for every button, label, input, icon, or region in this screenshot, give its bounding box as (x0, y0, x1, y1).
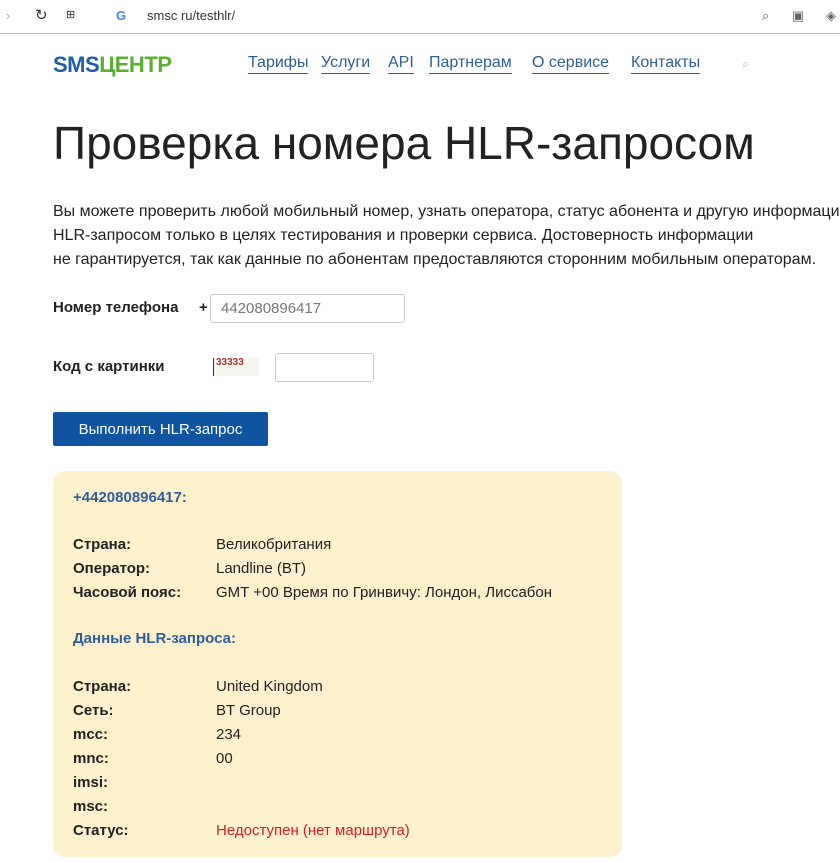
phone-input[interactable] (210, 294, 405, 323)
info-row: Оператор: Landline (BT) (73, 560, 613, 577)
plus-sign: + (199, 299, 208, 316)
row-key: imsi: (73, 774, 109, 791)
hlr-data-title: Данные HLR-запроса: (73, 630, 236, 647)
row-key: msc: (73, 798, 109, 815)
row-key: Оператор: (73, 560, 151, 577)
browser-toolbar: › ↻ ⊞ G smsc ru/testhlr/ ⌕ ▣ ◈ (0, 0, 840, 34)
nav-contacts[interactable]: Контакты (631, 54, 701, 74)
site-header: SMSЦЕНТР Тарифы Услуги API Партнерам О с… (0, 52, 840, 78)
logo[interactable]: SMSЦЕНТР (53, 52, 172, 78)
hlr-row: mcc: 234 (73, 726, 613, 743)
row-value: BT Group (216, 702, 281, 719)
camera-icon[interactable]: ▣ (792, 8, 804, 24)
hlr-row: Страна: United Kingdom (73, 678, 613, 695)
search-icon[interactable]: ⌕ (742, 56, 749, 72)
intro-text: Вы можете проверить любой мобильный номе… (53, 200, 840, 272)
logo-center: ЦЕНТР (99, 52, 172, 77)
intro-line: не гарантируется, так как данные по абон… (53, 251, 817, 268)
logo-sms: SMS (53, 52, 100, 77)
google-icon: G (116, 8, 127, 23)
nav-partners[interactable]: Партнерам (429, 54, 512, 74)
hlr-row: mnc: 00 (73, 750, 613, 767)
hlr-row: Статус: Недоступен (нет маршрута) (73, 822, 613, 839)
hlr-row: msc: (73, 798, 613, 815)
nav-api[interactable]: API (388, 54, 414, 74)
reload-icon[interactable]: ↻ (35, 6, 48, 24)
info-row: Часовой пояс: GMT +00 Время по Гринвичу: … (73, 584, 613, 601)
row-key: Сеть: (73, 702, 114, 719)
status-value: Недоступен (нет маршрута) (216, 822, 410, 839)
phone-label: Номер телефона (53, 299, 179, 316)
captcha-input[interactable] (275, 353, 374, 382)
row-value: 234 (216, 726, 242, 743)
captcha-image: 33333 (213, 358, 259, 376)
address-bar[interactable]: smsc ru/testhlr/ (147, 8, 235, 23)
result-number: +442080896417: (73, 489, 187, 506)
row-value: United Kingdom (216, 678, 323, 695)
hlr-row: imsi: (73, 774, 613, 791)
row-key: mcc: (73, 726, 109, 743)
intro-line: Вы можете проверить любой мобильный номе… (53, 203, 840, 220)
row-key: Страна: (73, 678, 132, 695)
row-key: Статус: (73, 822, 129, 839)
forward-icon[interactable]: › (6, 8, 10, 23)
result-panel: +442080896417: Страна: Великобритания Опе… (53, 471, 622, 857)
row-value: Великобритания (216, 536, 332, 553)
nav-about[interactable]: О сервисе (532, 54, 610, 74)
page-title: Проверка номера HLR-запросом (53, 117, 755, 169)
row-key: mnc: (73, 750, 109, 767)
info-row: Страна: Великобритания (73, 536, 613, 553)
row-key: Страна: (73, 536, 132, 553)
hlr-row: Сеть: BT Group (73, 702, 613, 719)
apps-grid-icon[interactable]: ⊞ (66, 8, 75, 21)
nav-services[interactable]: Услуги (321, 54, 371, 74)
intro-line: HLR-запросом только в целях тестирования… (53, 227, 754, 244)
row-value: GMT +00 Время по Гринвичу: Лондон, Лисса… (216, 584, 553, 601)
row-key: Часовой пояс: (73, 584, 182, 601)
captcha-label: Код с картинки (53, 358, 165, 375)
submit-hlr-button[interactable]: Выполнить HLR-запрос (53, 412, 268, 446)
nav-tariffs[interactable]: Тарифы (248, 54, 309, 74)
row-value: 00 (216, 750, 233, 767)
zoom-icon[interactable]: ⌕ (762, 8, 769, 24)
shield-icon[interactable]: ◈ (826, 8, 836, 24)
row-value: Landline (BT) (216, 560, 307, 577)
